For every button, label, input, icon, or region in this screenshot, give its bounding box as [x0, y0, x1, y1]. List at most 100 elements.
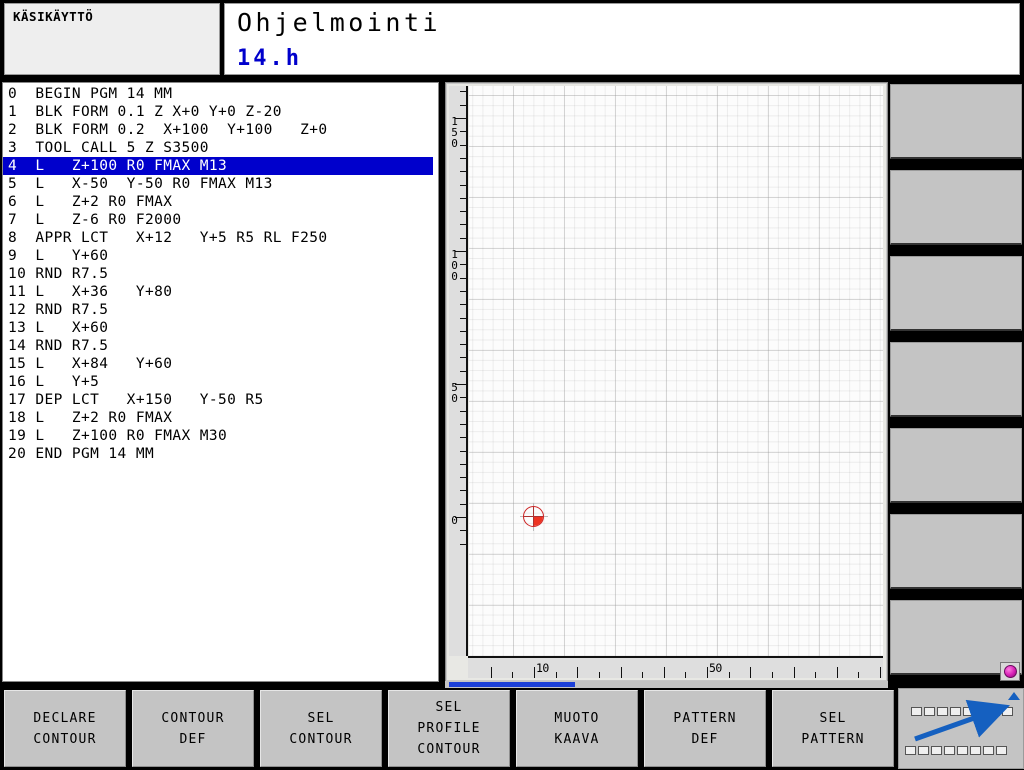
vertical-softkey-5[interactable]: [890, 428, 1022, 503]
y-axis-tick: [460, 543, 466, 545]
softkey-label-line: KAAVA: [554, 731, 600, 747]
y-axis-label: 0: [448, 514, 461, 525]
x-axis-tick: [836, 667, 838, 678]
y-axis-tick: [460, 423, 466, 425]
y-axis-tick: [460, 357, 466, 359]
vertical-softkey-2[interactable]: [890, 170, 1022, 245]
program-line[interactable]: 18 L Z+2 R0 FMAX: [3, 409, 438, 427]
softkey-label-line: PROFILE: [417, 721, 481, 736]
scrollbar-thumb[interactable]: [449, 682, 575, 687]
y-axis-tick: [460, 330, 466, 332]
y-axis-tick: [460, 410, 466, 412]
softkey-contour-def[interactable]: CONTOUR DEF: [132, 690, 254, 767]
y-axis-tick: [460, 184, 466, 186]
y-axis-tick: [460, 503, 466, 505]
keyboard-key-cell: [944, 746, 955, 755]
softkey-sel-pattern[interactable]: SEL PATTERN: [772, 690, 894, 767]
softkey-label-line: DECLARE: [33, 710, 97, 726]
x-axis-tick: [858, 672, 860, 678]
program-line[interactable]: 0 BEGIN PGM 14 MM: [3, 85, 438, 103]
keyboard-key-cell: [950, 707, 961, 716]
keyboard-key-cell: [957, 746, 968, 755]
keyboard-key-cell: [983, 746, 994, 755]
program-line[interactable]: 14 RND R7.5: [3, 337, 438, 355]
vertical-softkey-column: [888, 82, 1024, 682]
vertical-softkey-6[interactable]: [890, 514, 1022, 589]
softkey-sel-profile-contour[interactable]: SEL PROFILE CONTOUR: [388, 690, 510, 767]
x-axis-tick: [707, 667, 708, 678]
program-line[interactable]: 17 DEP LCT X+150 Y-50 R5: [3, 391, 438, 409]
x-axis-label: 10: [536, 661, 549, 675]
header-bar: KÄSIKÄYTTÖ Ohjelmointi 14.h: [0, 0, 1024, 78]
workpiece-plot-area[interactable]: [469, 86, 883, 656]
keyboard-key-cell: [970, 746, 981, 755]
keyboard-key-cell: [937, 707, 948, 716]
vertical-softkey-1[interactable]: [890, 84, 1022, 159]
program-line[interactable]: 5 L X-50 Y-50 R0 FMAX M13: [3, 175, 438, 193]
program-listing-pane[interactable]: 0 BEGIN PGM 14 MM 1 BLK FORM 0.1 Z X+0 Y+…: [2, 82, 439, 682]
x-axis-tick: [555, 672, 557, 678]
softkey-pattern-def[interactable]: PATTERN DEF: [644, 690, 766, 767]
marker-cross-vertical: [533, 507, 534, 526]
program-line[interactable]: 6 L Z+2 R0 FMAX: [3, 193, 438, 211]
program-line[interactable]: 9 L Y+60: [3, 247, 438, 265]
softkey-sel-contour[interactable]: SEL CONTOUR: [260, 690, 382, 767]
keyboard-key-cell: [918, 746, 929, 755]
softkey-label-line: SEL: [435, 700, 463, 715]
header-title-box: Ohjelmointi 14.h: [224, 3, 1020, 75]
softkey-label-line: CONTOUR: [33, 731, 97, 747]
vertical-softkey-3[interactable]: [890, 256, 1022, 331]
program-line[interactable]: 15 L X+84 Y+60: [3, 355, 438, 373]
softkey-muoto-kaava[interactable]: MUOTO KAAVA: [516, 690, 638, 767]
x-axis-tick: [750, 667, 752, 678]
tool-marker-quadrant: [533, 516, 543, 526]
y-axis-tick: [460, 370, 466, 372]
horizontal-scrollbar[interactable]: [445, 681, 888, 688]
program-line[interactable]: 11 L X+36 Y+80: [3, 283, 438, 301]
softkey-declare-contour[interactable]: DECLARE CONTOUR: [4, 690, 126, 767]
x-axis-ruler: 1050100: [468, 656, 945, 678]
program-line[interactable]: 12 RND R7.5: [3, 301, 438, 319]
graphics-inner: 150 100 50 0 10 50 100: [447, 84, 945, 680]
keyboard-key-cell: [989, 707, 1000, 716]
y-axis-label: 150: [448, 115, 461, 148]
x-axis-label: 50: [709, 661, 722, 675]
program-line[interactable]: 13 L X+60: [3, 319, 438, 337]
y-axis-tick: [460, 211, 466, 213]
program-line[interactable]: 2 BLK FORM 0.2 X+100 Y+100 Z+0: [3, 121, 438, 139]
graphics-pane[interactable]: 150 100 50 0 10 50 100: [445, 82, 945, 682]
keyboard-indicator-panel[interactable]: [898, 688, 1024, 769]
y-axis-tick: [460, 157, 466, 159]
x-axis-tick: [663, 667, 665, 678]
program-line[interactable]: 3 TOOL CALL 5 Z S3500: [3, 139, 438, 157]
program-line[interactable]: 4 L Z+100 R0 FMAX M13: [3, 157, 433, 175]
softkey-label-line: MUOTO: [554, 710, 600, 726]
program-line[interactable]: 19 L Z+100 R0 FMAX M30: [3, 427, 438, 445]
blue-arrow-up-right-icon: [914, 699, 1010, 742]
y-axis-tick: [460, 104, 466, 106]
machine-control-screen: KÄSIKÄYTTÖ Ohjelmointi 14.h 0 BEGIN PGM …: [0, 0, 1024, 769]
program-line[interactable]: 16 L Y+5: [3, 373, 438, 391]
y-axis-tick: [460, 290, 466, 292]
program-line[interactable]: 1 BLK FORM 0.1 Z X+0 Y+0 Z-20: [3, 103, 438, 121]
keyboard-key-cell: [976, 707, 987, 716]
program-line[interactable]: 20 END PGM 14 MM: [3, 445, 438, 463]
x-axis-tick: [815, 672, 817, 678]
program-line[interactable]: 8 APPR LCT X+12 Y+5 R5 RL F250: [3, 229, 438, 247]
softkey-label-line: SEL: [307, 710, 335, 726]
x-axis-tick: [512, 672, 514, 678]
program-line[interactable]: 7 L Z-6 R0 F2000: [3, 211, 438, 229]
keyboard-key-cell: [931, 746, 942, 755]
y-axis-tick: [460, 450, 466, 452]
y-axis-tick: [460, 477, 466, 479]
y-axis-tick: [460, 530, 466, 532]
softkey-label-line: PATTERN: [673, 710, 737, 726]
magenta-disc-icon[interactable]: [1000, 662, 1020, 681]
program-line[interactable]: 10 RND R7.5: [3, 265, 438, 283]
softkey-label-line: SEL: [819, 710, 847, 726]
vertical-softkey-4[interactable]: [890, 342, 1022, 417]
page-title: Ohjelmointi: [237, 8, 442, 37]
softkey-label-line: CONTOUR: [289, 731, 353, 747]
program-lines: 0 BEGIN PGM 14 MM 1 BLK FORM 0.1 Z X+0 Y+…: [3, 85, 438, 463]
softkey-row: DECLARE CONTOUR CONTOUR DEF SEL CONTOUR SEL PRO…: [0, 688, 896, 769]
